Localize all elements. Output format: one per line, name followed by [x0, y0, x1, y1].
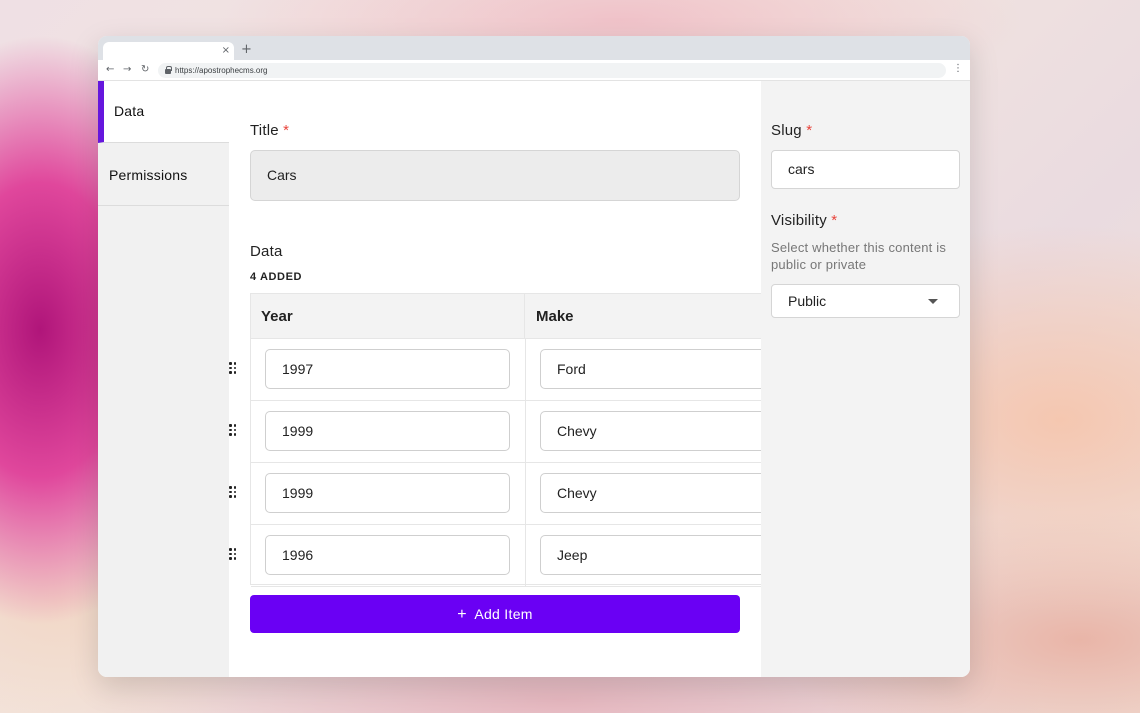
required-mark: * [806, 122, 813, 139]
added-count: 4 ADDED [250, 271, 303, 283]
new-tab-icon[interactable]: + [241, 42, 252, 58]
table-row: 1999 Chevy [229, 401, 761, 463]
nav-item-label: Data [114, 103, 145, 119]
meta-panel: Slug * cars Visibility * Select whether … [761, 81, 970, 677]
plus-icon: + [457, 606, 467, 623]
column-divider [525, 401, 526, 463]
year-input[interactable]: 1999 [265, 473, 510, 513]
drag-handle-icon[interactable] [229, 548, 237, 561]
column-divider [525, 525, 526, 587]
nav-item-data[interactable]: Data [98, 81, 229, 143]
table-row: 1996 Jeep [229, 525, 761, 587]
reload-icon[interactable]: ↻ [141, 64, 149, 76]
browser-menu-icon[interactable]: ⋮ [953, 63, 963, 75]
tab-bar: × + [98, 36, 970, 60]
column-divider [525, 339, 526, 401]
title-label: Title * [250, 122, 289, 139]
table-row: 1997 Ford [229, 339, 761, 401]
address-bar[interactable]: https://apostrophecms.org [158, 63, 946, 78]
back-icon[interactable]: ← [106, 64, 114, 76]
drag-handle-icon[interactable] [229, 362, 237, 375]
required-mark: * [831, 212, 838, 229]
visibility-label: Visibility * [771, 212, 837, 229]
main-form: Title * Cars Data 4 ADDED Year Make 1997 [229, 81, 761, 677]
table-row: 1999 Chevy [229, 463, 761, 525]
data-label: Data [250, 243, 283, 260]
nav-item-permissions[interactable]: Permissions [109, 167, 187, 183]
lock-icon [165, 66, 172, 74]
visibility-select[interactable]: Public [771, 284, 960, 318]
visibility-label-text: Visibility [771, 212, 827, 229]
slug-input[interactable]: cars [771, 150, 960, 189]
browser-tab[interactable]: × [103, 42, 234, 60]
slug-label: Slug * [771, 122, 812, 139]
drag-handle-icon[interactable] [229, 486, 237, 499]
make-input[interactable]: Jeep [540, 535, 761, 575]
make-input[interactable]: Chevy [540, 411, 761, 451]
url-text: https://apostrophecms.org [175, 66, 268, 75]
visibility-help-text: Select whether this content is public or… [771, 240, 947, 272]
drag-handle-icon[interactable] [229, 424, 237, 437]
title-label-text: Title [250, 122, 279, 139]
column-header-year: Year [251, 294, 525, 339]
array-table: Year Make 1997 Ford 1999 Chevy 1999 Chev… [229, 293, 761, 587]
slug-label-text: Slug [771, 122, 802, 139]
close-tab-icon[interactable]: × [222, 45, 230, 57]
browser-window: × + ← → ↻ https://apostrophecms.org ⋮ Da… [98, 36, 970, 677]
editor-content: Data Permissions Title * Cars Data 4 ADD… [98, 81, 970, 677]
make-input[interactable]: Chevy [540, 473, 761, 513]
column-divider [525, 463, 526, 525]
year-input[interactable]: 1999 [265, 411, 510, 451]
column-header-make: Make [525, 294, 761, 339]
title-input[interactable]: Cars [250, 150, 740, 201]
add-item-label: Add Item [474, 606, 533, 622]
side-nav: Data Permissions [98, 81, 229, 677]
add-item-button[interactable]: + Add Item [250, 595, 740, 633]
visibility-value: Public [788, 293, 827, 309]
make-input[interactable]: Ford [540, 349, 761, 389]
year-input[interactable]: 1996 [265, 535, 510, 575]
year-input[interactable]: 1997 [265, 349, 510, 389]
forward-icon[interactable]: → [123, 64, 131, 76]
required-mark: * [283, 122, 290, 139]
browser-toolbar: ← → ↻ https://apostrophecms.org ⋮ [98, 60, 970, 81]
chevron-down-icon [928, 299, 938, 304]
